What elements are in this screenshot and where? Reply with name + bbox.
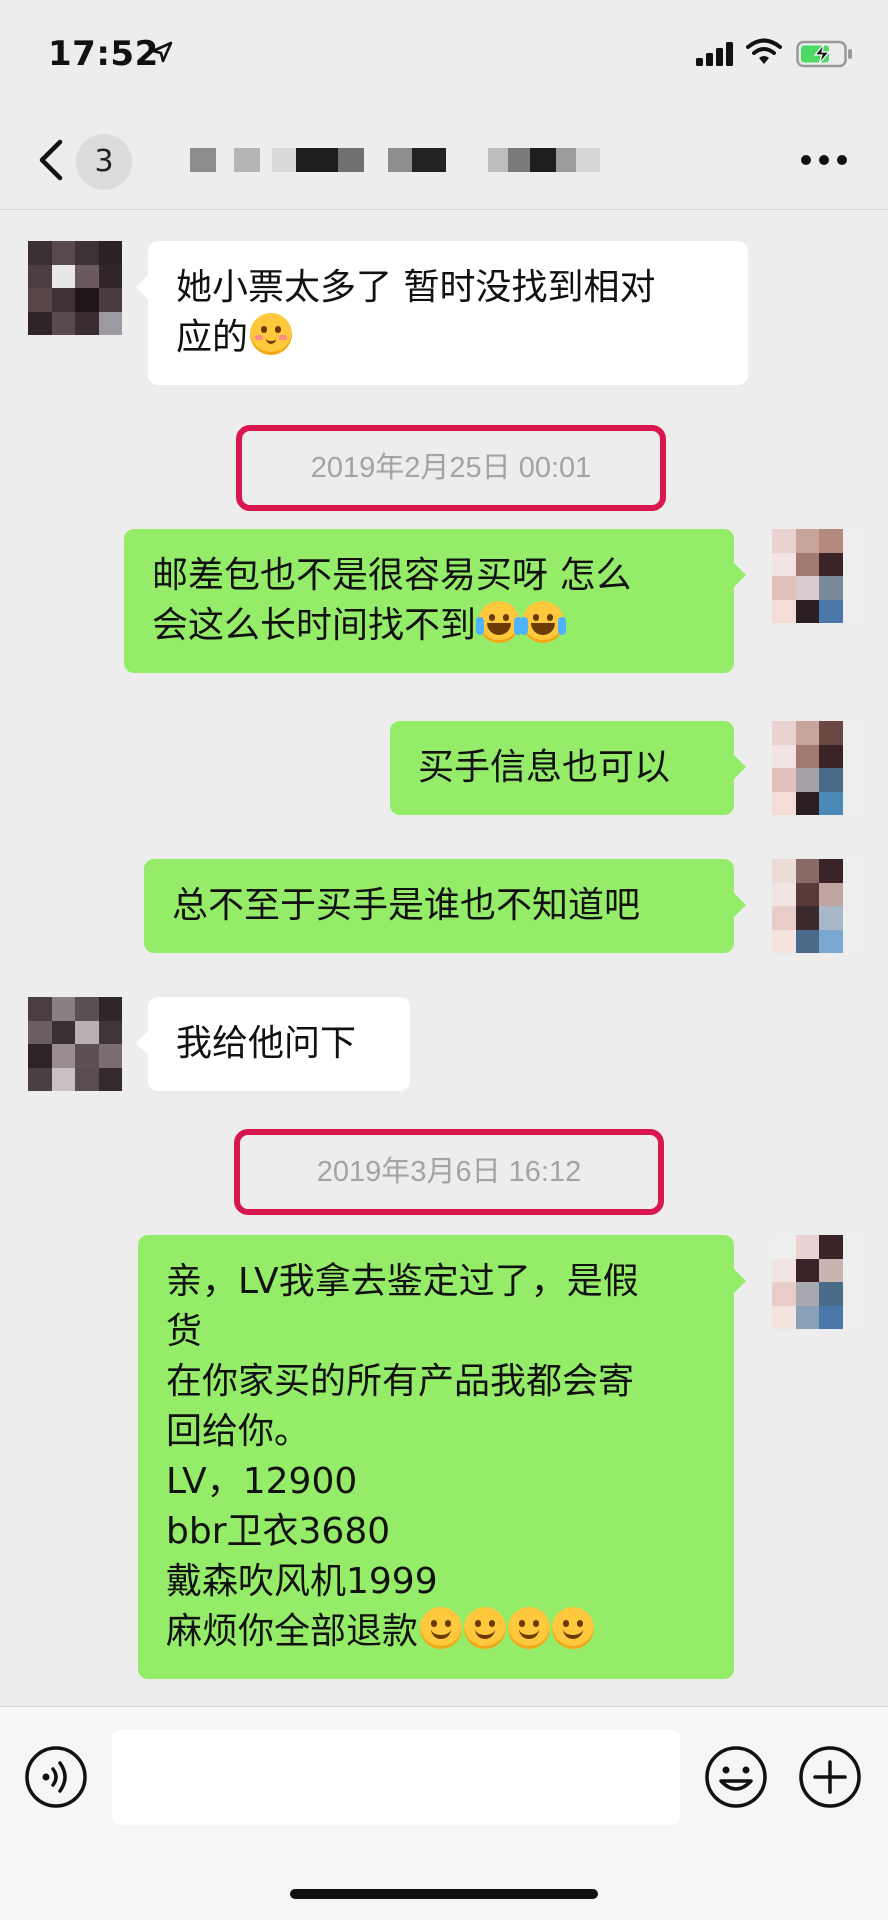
voice-icon[interactable] xyxy=(24,1745,88,1809)
incoming-message-bubble[interactable]: 我给他问下 xyxy=(136,997,410,1091)
message-text: 会这么长时间找不到 xyxy=(152,605,477,646)
smile-emoji-icon xyxy=(464,1607,507,1649)
message-text: 回给你。 xyxy=(166,1411,311,1452)
status-bar: 17:52 xyxy=(0,0,888,110)
timestamp-text: 2019年3月6日 16:12 xyxy=(316,1156,582,1188)
chevron-left-icon[interactable] xyxy=(34,136,68,184)
timestamp-text: 2019年2月25日 00:01 xyxy=(310,452,592,484)
contact-avatar[interactable] xyxy=(28,241,122,335)
message-text: 我给他问下 xyxy=(176,1023,357,1064)
signal-icon xyxy=(696,42,733,66)
smile-emoji-icon xyxy=(552,1607,595,1649)
tears-of-joy-emoji-icon xyxy=(476,601,523,643)
my-avatar[interactable] xyxy=(772,859,866,953)
smile-emoji-icon xyxy=(420,1607,463,1649)
location-arrow-icon xyxy=(151,41,173,63)
my-avatar[interactable] xyxy=(772,529,866,623)
message-text: 亲，LV我拿去鉴定过了，是假 xyxy=(166,1261,639,1302)
outgoing-message-bubble[interactable]: 买手信息也可以 xyxy=(390,721,746,815)
chat-title-obscured xyxy=(190,142,600,178)
message-text: 邮差包也不是很容易买呀 怎么 xyxy=(152,555,632,596)
timestamp-highlight: 2019年2月25日 00:01 xyxy=(236,425,666,511)
outgoing-message-bubble[interactable]: 邮差包也不是很容易买呀 怎么 会这么长时间找不到 xyxy=(124,529,746,673)
message-text: bbr卫衣3680 xyxy=(166,1511,391,1552)
outgoing-message-bubble[interactable]: 总不至于买手是谁也不知道吧 xyxy=(144,859,746,953)
more-dots-icon[interactable] xyxy=(800,154,848,166)
message-text: LV，12900 xyxy=(166,1461,358,1502)
contact-avatar[interactable] xyxy=(28,997,122,1091)
message-text: 买手信息也可以 xyxy=(418,747,671,788)
unread-count-badge[interactable]: 3 xyxy=(76,134,132,190)
nav-bar: 3 xyxy=(0,110,888,210)
battery-charging-icon xyxy=(796,40,852,68)
timestamp-highlight: 2019年3月6日 16:12 xyxy=(234,1129,664,1215)
message-text: 麻烦你全部退款 xyxy=(166,1611,419,1652)
wifi-icon xyxy=(746,38,782,64)
status-time: 17:52 xyxy=(48,34,159,74)
chat-screen: 17:52 3 她小票太多了 暂时没找到相对 应的 2019年2月25日 00:… xyxy=(0,0,888,1920)
input-bar xyxy=(0,1706,888,1920)
blush-emoji-icon xyxy=(250,313,293,355)
incoming-message-bubble[interactable]: 她小票太多了 暂时没找到相对 应的 xyxy=(136,241,748,385)
my-avatar[interactable] xyxy=(772,1235,866,1329)
message-text: 货 xyxy=(166,1311,203,1352)
message-input[interactable] xyxy=(112,1729,680,1825)
plus-icon[interactable] xyxy=(798,1745,862,1809)
message-text: 总不至于买手是谁也不知道吧 xyxy=(172,885,641,926)
message-text: 应的 xyxy=(176,317,249,358)
message-text: 在你家买的所有产品我都会寄 xyxy=(166,1361,635,1402)
home-indicator[interactable] xyxy=(290,1889,598,1899)
my-avatar[interactable] xyxy=(772,721,866,815)
message-text: 戴森吹风机1999 xyxy=(166,1561,438,1602)
tears-of-joy-emoji-icon xyxy=(520,601,567,643)
outgoing-message-bubble[interactable]: 亲，LV我拿去鉴定过了，是假 货 在你家买的所有产品我都会寄 回给你。 LV，1… xyxy=(138,1235,746,1679)
message-list[interactable]: 她小票太多了 暂时没找到相对 应的 2019年2月25日 00:01 邮差包也不… xyxy=(0,211,888,1706)
emoji-icon[interactable] xyxy=(704,1745,768,1809)
smile-emoji-icon xyxy=(508,1607,551,1649)
message-text: 她小票太多了 暂时没找到相对 xyxy=(176,267,656,308)
